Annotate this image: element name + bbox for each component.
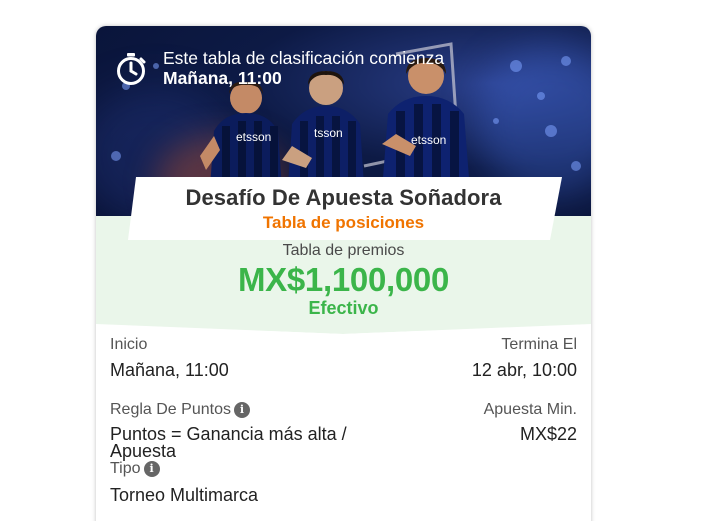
end-value: 12 abr, 10:00 bbox=[471, 360, 577, 380]
start-notice: Este tabla de clasificación comienza Mañ… bbox=[163, 48, 444, 88]
min-bet-value: MX$22 bbox=[519, 424, 577, 444]
points-rule-value: Puntos = Ganancia más alta / Apuesta bbox=[110, 424, 347, 461]
type-label: Tipo i bbox=[110, 460, 160, 478]
start-label: Inicio bbox=[110, 336, 148, 353]
svg-text:etsson: etsson bbox=[411, 133, 446, 147]
svg-text:tsson: tsson bbox=[314, 126, 343, 140]
min-bet-label: Apuesta Min. bbox=[483, 401, 577, 418]
band-divider bbox=[96, 318, 591, 334]
start-notice-text: Este tabla de clasificación comienza bbox=[163, 48, 445, 68]
start-notice-time: Mañana, 11:00 bbox=[163, 68, 282, 88]
svg-text:etsson: etsson bbox=[236, 130, 271, 144]
end-label: Termina El bbox=[501, 336, 577, 353]
stopwatch-icon bbox=[117, 53, 146, 85]
tournament-card[interactable]: etsson tsson etsson Este tabla de clasif… bbox=[96, 26, 591, 521]
type-label-text: Tipo bbox=[110, 460, 141, 477]
leaderboard-link[interactable]: Tabla de posiciones bbox=[96, 213, 591, 233]
tournament-title: Desafío De Apuesta Soñadora bbox=[185, 185, 502, 210]
prize-pool-label: Tabla de premios bbox=[282, 242, 405, 259]
points-rule-label-text: Regla De Puntos bbox=[110, 401, 231, 418]
info-icon[interactable]: i bbox=[233, 402, 250, 418]
points-rule-label: Regla De Puntos i bbox=[110, 401, 250, 419]
start-value: Mañana, 11:00 bbox=[110, 360, 229, 380]
type-value: Torneo Multimarca bbox=[110, 485, 259, 505]
prize-type: Efectivo bbox=[308, 298, 379, 318]
prize-pool-amount: MX$1,100,000 bbox=[237, 261, 450, 298]
info-icon[interactable]: i bbox=[143, 461, 160, 477]
